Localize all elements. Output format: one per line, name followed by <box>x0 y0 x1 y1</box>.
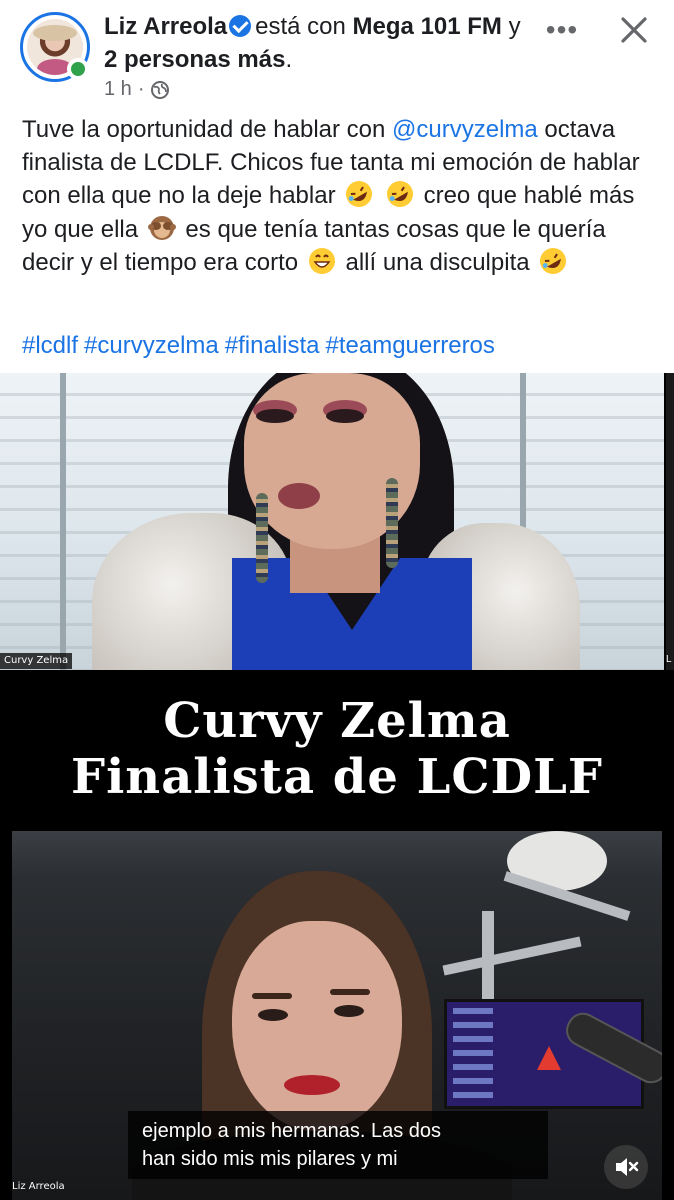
rolling-on-floor-laughing-emoji <box>386 181 413 207</box>
guest-name-tag: Curvy Zelma <box>0 653 73 669</box>
post-header: Liz Arreola está con Mega 101 FM y 2 pers… <box>0 0 674 110</box>
hashtag-list: #lcdlf #curvyzelma #finalista #teamguerrero… <box>22 330 662 362</box>
others-link[interactable]: 2 personas más <box>104 46 285 73</box>
hashtag-finalista[interactable]: #finalista <box>225 332 320 359</box>
video-banner: Curvy Zelma Finalista de LCDLF <box>0 693 674 805</box>
side-name-tag: L <box>666 654 672 665</box>
with-text: está con <box>255 13 346 40</box>
see-no-evil-monkey-emoji <box>147 215 176 240</box>
hashtag-teamguerreros[interactable]: #teamguerreros <box>325 332 494 359</box>
post-meta: 1 h · <box>104 78 170 101</box>
more-options-button[interactable]: ••• <box>540 12 584 48</box>
mute-toggle-button[interactable] <box>604 1145 648 1189</box>
hashtag-lcdlf[interactable]: #lcdlf <box>22 332 78 359</box>
rolling-on-floor-laughing-emoji <box>540 248 567 274</box>
globe-icon[interactable] <box>150 80 170 100</box>
caption-text-5: allí una disculpita <box>338 249 537 276</box>
close-icon[interactable] <box>614 10 654 50</box>
video-subtitles: ejemplo a mis hermanas. Las dos han sido… <box>128 1111 548 1179</box>
subtitle-line-2: han sido mis mis pilares y mi <box>142 1148 398 1170</box>
author-name[interactable]: Liz Arreola <box>104 13 227 40</box>
speaker-muted-icon <box>616 1158 639 1176</box>
caption-text-1: Tuve la oportunidad de hablar con <box>22 116 393 143</box>
banner-line-1: Curvy Zelma <box>163 693 511 749</box>
meta-separator: · <box>137 78 145 100</box>
rolling-on-floor-laughing-emoji <box>346 181 373 207</box>
host-name-tag: Liz Arreola <box>12 1181 65 1192</box>
post-title: Liz Arreola está con Mega 101 FM y 2 pers… <box>104 10 524 76</box>
tagged-page-link[interactable]: Mega 101 FM <box>353 13 502 40</box>
verified-badge-icon <box>229 15 252 37</box>
and-text: y <box>508 13 521 40</box>
banner-line-2: Finalista de LCDLF <box>70 749 603 805</box>
post-caption: Tuve la oportunidad de hablar con @curvy… <box>22 114 662 280</box>
subtitle-line-1: ejemplo a mis hermanas. Las dos <box>142 1120 442 1142</box>
video-player[interactable]: Curvy Zelma L Curvy Zelma Finalista de L… <box>0 373 674 1200</box>
hashtag-curvyzelma[interactable]: #curvyzelma <box>84 332 219 359</box>
online-status-indicator <box>67 58 89 80</box>
mention-link[interactable]: @curvyzelma <box>392 116 538 143</box>
grinning-face-emoji <box>308 248 335 274</box>
post-time[interactable]: 1 h <box>104 78 132 101</box>
title-period: . <box>285 46 293 73</box>
side-video-strip <box>666 373 674 670</box>
guest-video-frame: Curvy Zelma <box>0 373 664 670</box>
